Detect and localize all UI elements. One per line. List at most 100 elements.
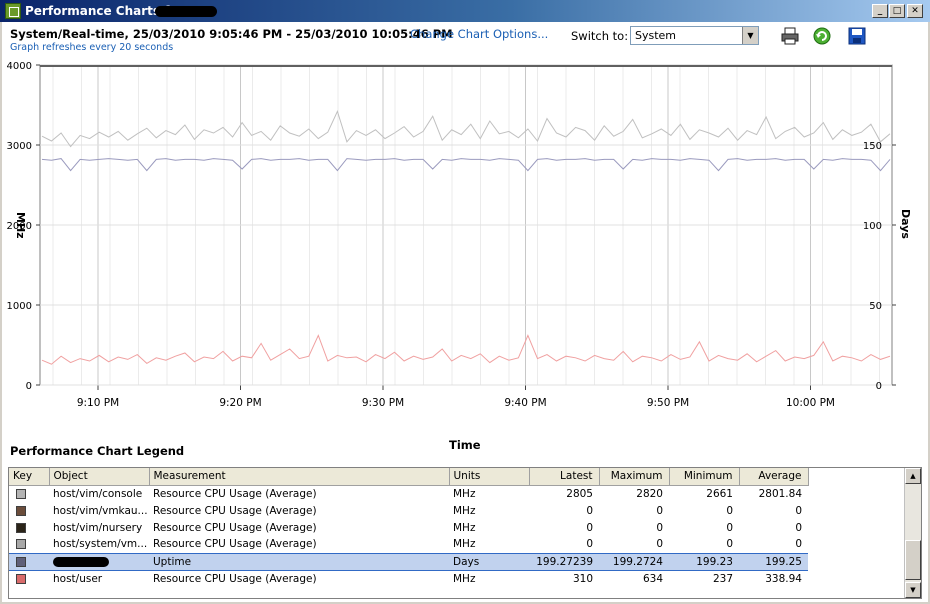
key-cell (9, 570, 49, 587)
scroll-down-button[interactable]: ▼ (905, 582, 921, 598)
average-cell: 2801.84 (758, 487, 802, 500)
content-area: System/Real-time, 25/03/2010 9:05:46 PM … (2, 22, 928, 602)
legend-row[interactable]: host/system/vm... Resource CPU Usage (Ave… (9, 536, 808, 553)
refresh-note: Graph refreshes every 20 seconds (10, 42, 174, 53)
color-swatch (16, 505, 26, 516)
x-tick-label: 10:00 PM (786, 397, 835, 409)
object-cell: host/vim/console (53, 487, 143, 500)
column-header-units[interactable]: Units (449, 468, 530, 486)
object-cell (49, 552, 149, 571)
switch-to-dropdown[interactable]: System ▼ (630, 26, 759, 45)
app-icon (5, 3, 21, 19)
minimum-cell: 2661 (706, 487, 733, 500)
minimum-cell: 0 (726, 521, 733, 534)
key-cell (9, 552, 49, 571)
legend-row[interactable]: Uptime Days 199.27239 199.2724 199.23 199.25 (9, 552, 808, 571)
x-axis-title: Time (449, 438, 481, 452)
legend-row[interactable]: host/vim/console Resource CPU Usage (Aver… (9, 485, 808, 502)
chevron-down-icon[interactable]: ▼ (742, 27, 758, 44)
average-cell: 0 (795, 521, 802, 534)
key-cell (9, 485, 49, 502)
x-tick-label: 9:10 PM (77, 397, 119, 409)
maximum-cell: 199.2724 (599, 552, 669, 571)
latest-cell: 310 (572, 572, 593, 585)
column-header-latest[interactable]: Latest (529, 468, 600, 486)
average-cell: 0 (795, 538, 802, 551)
y-axis-left-title: MHz (14, 212, 27, 239)
save-icon[interactable] (847, 26, 867, 46)
latest-cell: 0 (586, 504, 593, 517)
units-cell: MHz (453, 504, 476, 517)
color-swatch (16, 573, 26, 584)
legend-title: Performance Chart Legend (10, 444, 185, 458)
column-header-maximum[interactable]: Maximum (599, 468, 670, 486)
column-header-key[interactable]: Key (9, 468, 50, 486)
y-right-tick-label: 50 (869, 301, 882, 312)
time-range-text: System/Real-time, 25/03/2010 9:05:46 PM … (10, 27, 453, 41)
average-cell: 199.25 (739, 552, 808, 571)
units-cell: MHz (453, 487, 476, 500)
title-bar: Performance Charts for _ □ ✕ (0, 0, 930, 22)
legend-scrollbar[interactable]: ▲ ▼ (904, 468, 921, 598)
scroll-up-button[interactable]: ▲ (905, 468, 921, 484)
units-cell: MHz (453, 572, 476, 585)
y-right-tick-label: 150 (863, 141, 882, 152)
color-swatch (16, 556, 26, 567)
y-right-tick-label: 0 (876, 381, 882, 392)
maximum-cell: 0 (656, 521, 663, 534)
measurement-cell: Uptime (149, 552, 449, 571)
legend-row[interactable]: host/user Resource CPU Usage (Average) MHz… (9, 570, 808, 587)
y-axis-right-title: Days (899, 209, 912, 239)
x-tick-label: 9:30 PM (362, 397, 404, 409)
color-swatch (16, 488, 26, 499)
units-cell: MHz (453, 538, 476, 551)
y-left-tick-label: 0 (26, 381, 32, 392)
column-header-average[interactable]: Average (739, 468, 809, 486)
y-left-tick-label: 3000 (7, 141, 32, 152)
y-right-tick-label: 100 (863, 221, 882, 232)
close-button[interactable]: ✕ (907, 4, 923, 18)
minimize-button[interactable]: _ (872, 4, 888, 18)
change-chart-options-link[interactable]: Change Chart Options... (410, 27, 548, 41)
legend-header-row: Key Object Measurement Units Latest Maxi… (9, 468, 809, 486)
legend-row[interactable]: host/vim/nursery Resource CPU Usage (Aver… (9, 519, 808, 536)
maximum-cell: 0 (656, 538, 663, 551)
object-cell: host/vim/vmkau... (53, 504, 148, 517)
measurement-cell: Resource CPU Usage (Average) (153, 572, 317, 585)
y-left-tick-label: 4000 (7, 62, 32, 72)
latest-cell: 0 (586, 538, 593, 551)
column-header-minimum[interactable]: Minimum (669, 468, 740, 486)
measurement-cell: Resource CPU Usage (Average) (153, 487, 317, 500)
measurement-cell: Resource CPU Usage (Average) (153, 504, 317, 517)
object-cell: host/system/vm... (53, 538, 148, 551)
units-cell: MHz (453, 521, 476, 534)
maximum-cell: 2820 (636, 487, 663, 500)
units-cell: Days (449, 552, 529, 571)
key-cell (9, 536, 49, 553)
color-swatch (16, 539, 26, 550)
maximum-cell: 634 (642, 572, 663, 585)
object-cell: host/vim/nursery (53, 521, 143, 534)
legend-row[interactable]: host/vim/vmkau... Resource CPU Usage (Ave… (9, 502, 808, 519)
maximize-button[interactable]: □ (889, 4, 905, 18)
measurement-cell: Resource CPU Usage (Average) (153, 538, 317, 551)
performance-chart: 9:10 PM 9:20 PM 9:30 PM 9:40 PM 9:50 PM 10:00… (2, 61, 928, 462)
x-tick-label: 9:20 PM (219, 397, 261, 409)
average-cell: 338.94 (765, 572, 802, 585)
key-cell (9, 519, 49, 536)
x-tick-label: 9:50 PM (647, 397, 689, 409)
legend-table: Key Object Measurement Units Latest Maxi… (8, 467, 922, 599)
latest-cell: 2805 (566, 487, 593, 500)
column-header-object[interactable]: Object (49, 468, 150, 486)
x-tick-label: 9:40 PM (504, 397, 546, 409)
column-header-measurement[interactable]: Measurement (149, 468, 450, 486)
minimum-cell: 0 (726, 504, 733, 517)
color-swatch (16, 522, 26, 533)
refresh-icon[interactable] (812, 26, 832, 46)
y-left-tick-label: 1000 (7, 301, 32, 312)
redacted-object (53, 556, 109, 567)
scroll-thumb[interactable] (905, 540, 921, 580)
printer-icon[interactable] (780, 26, 800, 46)
average-cell: 0 (795, 504, 802, 517)
switch-to-value: System (635, 29, 677, 42)
